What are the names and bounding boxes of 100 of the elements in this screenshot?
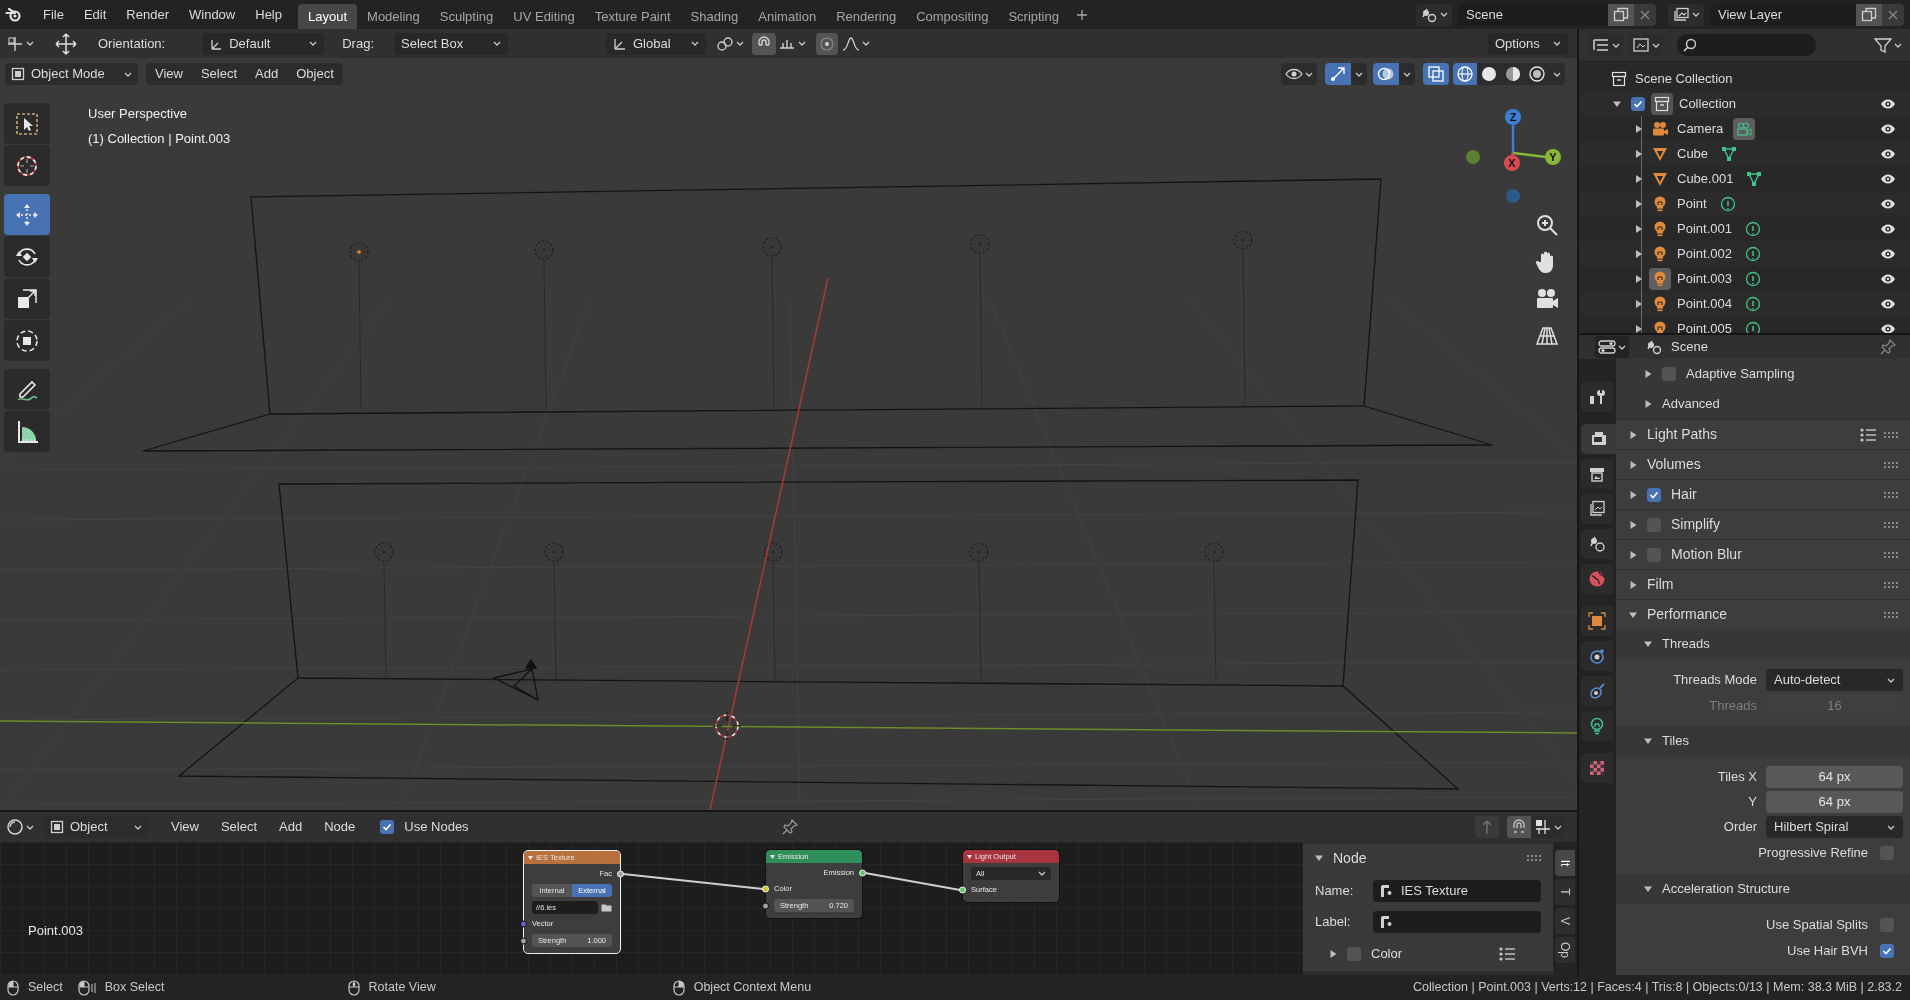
filter-icon[interactable] <box>1874 37 1892 53</box>
mesh-data-icon[interactable] <box>1721 145 1738 162</box>
overlays-toggle-icon[interactable] <box>1377 65 1395 83</box>
mode-dropdown[interactable]: Object Mode <box>5 63 138 85</box>
visibility-eye-icon[interactable] <box>1880 297 1896 310</box>
drag-handle-icon[interactable] <box>1884 611 1898 618</box>
transform-tool-button[interactable] <box>4 320 50 361</box>
outliner-item[interactable]: Point.005 <box>1677 318 1732 333</box>
menu-item[interactable]: View <box>146 63 192 85</box>
preset-list-icon[interactable] <box>1499 947 1515 961</box>
light-data-icon[interactable] <box>1744 220 1761 237</box>
node-socket[interactable] <box>520 937 527 944</box>
sidebar-tab[interactable]: Op <box>1555 937 1575 963</box>
light-data-icon[interactable] <box>1744 320 1761 333</box>
visibility-eye-icon[interactable] <box>1285 67 1303 81</box>
close-icon[interactable] <box>1639 8 1651 21</box>
proportional-edit-icon[interactable] <box>819 35 835 52</box>
workspace-tab[interactable]: UV Editing <box>503 4 585 29</box>
expanded-arrow-icon[interactable] <box>1644 640 1652 648</box>
solid-shading-icon[interactable] <box>1480 65 1498 83</box>
menu-item[interactable]: View <box>160 816 210 838</box>
menu-item[interactable]: Select <box>209 816 269 838</box>
properties-tab[interactable] <box>1581 382 1613 412</box>
visibility-eye-icon[interactable] <box>1880 272 1896 285</box>
workspace-tab[interactable]: Shading <box>680 4 749 29</box>
light-data-icon[interactable] <box>1719 195 1736 212</box>
rendered-shading-icon[interactable] <box>1528 65 1546 83</box>
properties-tab[interactable] <box>1581 711 1613 741</box>
z-axis-handle[interactable]: Z <box>1505 109 1521 153</box>
properties-tab[interactable] <box>1581 459 1613 489</box>
outliner-item[interactable]: Point.004 <box>1677 293 1732 314</box>
menu-item[interactable]: Add <box>246 63 288 85</box>
properties-tab[interactable] <box>1581 676 1613 706</box>
annotate-tool-button[interactable] <box>4 369 50 410</box>
expanded-arrow-icon[interactable] <box>1629 610 1637 619</box>
visibility-eye-icon[interactable] <box>1880 322 1896 333</box>
rotate-tool-button[interactable] <box>4 236 50 277</box>
workspace-tab[interactable]: Compositing <box>906 4 999 29</box>
collapse-arrow-icon[interactable] <box>770 854 775 859</box>
name-field[interactable]: IES Texture <box>1373 880 1541 902</box>
visibility-eye-icon[interactable] <box>1880 247 1896 260</box>
drag-dropdown[interactable]: Select Box <box>394 32 508 55</box>
preset-list-icon[interactable] <box>1860 427 1876 442</box>
scene-icon[interactable] <box>1420 6 1438 23</box>
workspace-tab[interactable]: Scripting <box>998 4 1069 29</box>
visibility-eye-icon[interactable] <box>1880 97 1896 110</box>
sidebar-tab[interactable]: It <box>1555 850 1575 876</box>
menu-item[interactable]: Node <box>313 816 367 838</box>
scene-field[interactable]: Scene <box>1458 3 1608 26</box>
drag-handle-icon[interactable] <box>1527 855 1541 861</box>
collapsed-arrow-icon[interactable] <box>1629 460 1637 469</box>
negative-z-handle[interactable] <box>1506 189 1520 203</box>
properties-tab[interactable] <box>1581 606 1613 636</box>
subpanel-header[interactable]: Color <box>1303 941 1553 967</box>
checkbox[interactable] <box>1662 367 1676 381</box>
pin-icon[interactable] <box>1880 339 1896 355</box>
outliner-editor-icon[interactable] <box>1592 37 1610 53</box>
label-field[interactable] <box>1373 911 1541 933</box>
subpanel-header[interactable]: Adaptive Sampling <box>1616 359 1910 389</box>
menu-item[interactable]: Select <box>191 63 247 85</box>
subpanel-header[interactable]: Advanced <box>1616 389 1910 419</box>
snap-grid-icon[interactable] <box>1534 818 1552 836</box>
visibility-eye-icon[interactable] <box>1880 222 1896 235</box>
checkbox[interactable] <box>380 820 395 834</box>
workspace-tab[interactable]: Modeling <box>357 4 430 29</box>
checkbox[interactable] <box>1631 96 1645 111</box>
visibility-eye-icon[interactable] <box>1880 122 1896 135</box>
properties-tab[interactable] <box>1581 494 1613 524</box>
panel-header[interactable]: Node <box>1303 844 1553 872</box>
menu-item[interactable]: Object <box>287 63 343 85</box>
visibility-eye-icon[interactable] <box>1880 172 1896 185</box>
drag-handle-icon[interactable] <box>1884 461 1898 468</box>
light-data-icon[interactable] <box>1744 295 1761 312</box>
snap-magnet-icon[interactable] <box>1510 818 1528 836</box>
node-editor-icon[interactable] <box>6 818 24 836</box>
subpanel-header[interactable]: Acceleration Structure <box>1616 874 1910 904</box>
transform-orientation-dropdown[interactable]: Global <box>606 32 706 55</box>
folder-icon[interactable] <box>601 903 612 912</box>
number-field[interactable]: 64 px <box>1766 765 1903 788</box>
light-data-icon[interactable] <box>1744 245 1761 262</box>
move-arrows-icon[interactable] <box>54 31 78 56</box>
expanded-arrow-icon[interactable] <box>1644 737 1652 745</box>
view-layer-field[interactable]: View Layer <box>1710 3 1856 26</box>
close-icon[interactable] <box>1887 8 1899 21</box>
subpanel-header[interactable]: Tiles <box>1616 726 1910 756</box>
collapsed-arrow-icon[interactable] <box>1329 950 1337 958</box>
dropdown[interactable]: Auto-detect <box>1766 669 1903 691</box>
falloff-curve-icon[interactable] <box>842 35 860 52</box>
expanded-arrow-icon[interactable] <box>1315 854 1323 862</box>
scale-tool-button[interactable] <box>4 278 50 319</box>
orientation-dropdown[interactable]: Default <box>202 32 325 55</box>
collapsed-arrow-icon[interactable] <box>1644 370 1652 378</box>
pin-icon[interactable] <box>780 818 799 836</box>
menu-item[interactable]: File <box>33 2 74 27</box>
visibility-eye-icon[interactable] <box>1880 197 1896 210</box>
visibility-eye-icon[interactable] <box>1880 147 1896 160</box>
outliner-item[interactable]: Point.001 <box>1677 218 1732 239</box>
outliner-item[interactable]: Point <box>1677 193 1707 214</box>
collapse-arrow-icon[interactable] <box>528 855 533 860</box>
view-layer-icon[interactable] <box>1672 6 1690 23</box>
